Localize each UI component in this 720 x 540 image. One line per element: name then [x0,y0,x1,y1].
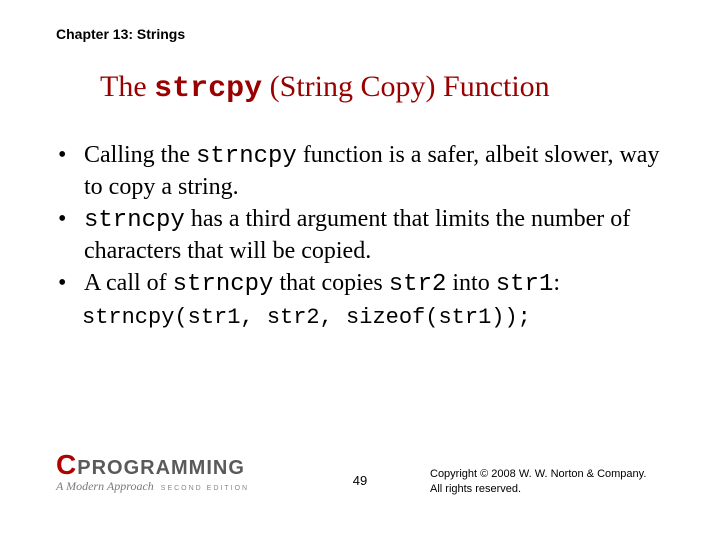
text-run: that copies [273,270,388,296]
bullet-text: A call of strncpy that copies str2 into … [84,268,660,300]
bullet-dot-icon: • [56,268,84,300]
body-content: •Calling the strncpy function is a safer… [56,140,660,332]
inline-code: strncpy [173,271,274,298]
bullet-dot-icon: • [56,204,84,266]
text-run: into [446,270,495,296]
slide: Chapter 13: Strings The strcpy (String C… [0,0,720,540]
title-pre: The [100,70,154,103]
copyright-line1: Copyright © 2008 W. W. Norton & Company. [430,467,650,481]
bullet-dot-icon: • [56,140,84,202]
bullet-text: Calling the strncpy function is a safer,… [84,140,660,202]
code-block: strncpy(str1, str2, sizeof(str1)); [82,304,660,332]
inline-code: strncpy [84,207,185,234]
copyright-notice: Copyright © 2008 W. W. Norton & Company.… [430,467,650,496]
bullet-item: •Calling the strncpy function is a safer… [56,140,660,202]
inline-code: str1 [496,271,554,298]
chapter-label: Chapter 13: Strings [56,26,185,42]
bullet-text: strncpy has a third argument that limits… [84,204,660,266]
slide-title: The strcpy (String Copy) Function [100,70,550,106]
copyright-line2: All rights reserved. [430,482,650,496]
inline-code: str2 [389,271,447,298]
text-run: : [553,270,560,296]
bullet-item: •A call of strncpy that copies str2 into… [56,268,660,300]
text-run: A call of [84,270,173,296]
inline-code: strncpy [196,143,297,170]
title-code: strcpy [154,72,262,106]
title-post: (String Copy) Function [262,70,550,103]
text-run: Calling the [84,142,196,168]
bullet-item: •strncpy has a third argument that limit… [56,204,660,266]
